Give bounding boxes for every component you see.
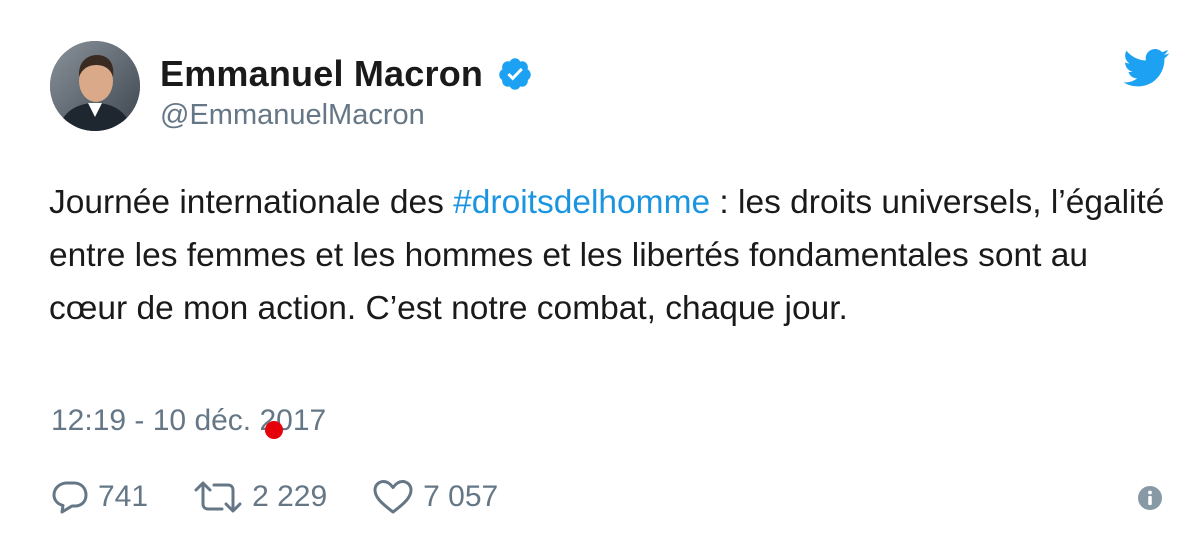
reply-count: 741 bbox=[98, 480, 149, 513]
retweet-count: 2 229 bbox=[252, 480, 328, 513]
verified-badge-icon bbox=[497, 56, 533, 92]
tweet-actions: 741 2 229 7 057 bbox=[50, 473, 498, 521]
author-name[interactable]: Emmanuel Macron bbox=[160, 53, 483, 95]
red-marker-dot bbox=[265, 421, 283, 439]
reply-button[interactable]: 741 bbox=[50, 479, 148, 515]
author-name-row: Emmanuel Macron bbox=[160, 49, 533, 99]
avatar-photo bbox=[50, 41, 140, 131]
heart-icon bbox=[371, 478, 415, 516]
like-button[interactable]: 7 057 bbox=[371, 478, 498, 516]
info-icon[interactable] bbox=[1137, 485, 1163, 511]
reply-icon bbox=[50, 479, 90, 515]
retweet-button[interactable]: 2 229 bbox=[192, 479, 327, 515]
like-count: 7 057 bbox=[423, 480, 499, 513]
twitter-bird-icon[interactable] bbox=[1123, 48, 1170, 88]
hashtag-link[interactable]: #droitsdelhomme bbox=[453, 184, 710, 221]
author-handle[interactable]: @EmmanuelMacron bbox=[160, 99, 425, 132]
retweet-icon bbox=[192, 479, 244, 515]
tweet-text-intro: Journée internationale des bbox=[49, 184, 454, 221]
author-avatar[interactable] bbox=[50, 41, 140, 131]
tweet-timestamp[interactable]: 12:19 - 10 déc. 2017 bbox=[51, 404, 326, 438]
tweet-text: Journée internationale des #droitsdelhom… bbox=[49, 176, 1169, 335]
